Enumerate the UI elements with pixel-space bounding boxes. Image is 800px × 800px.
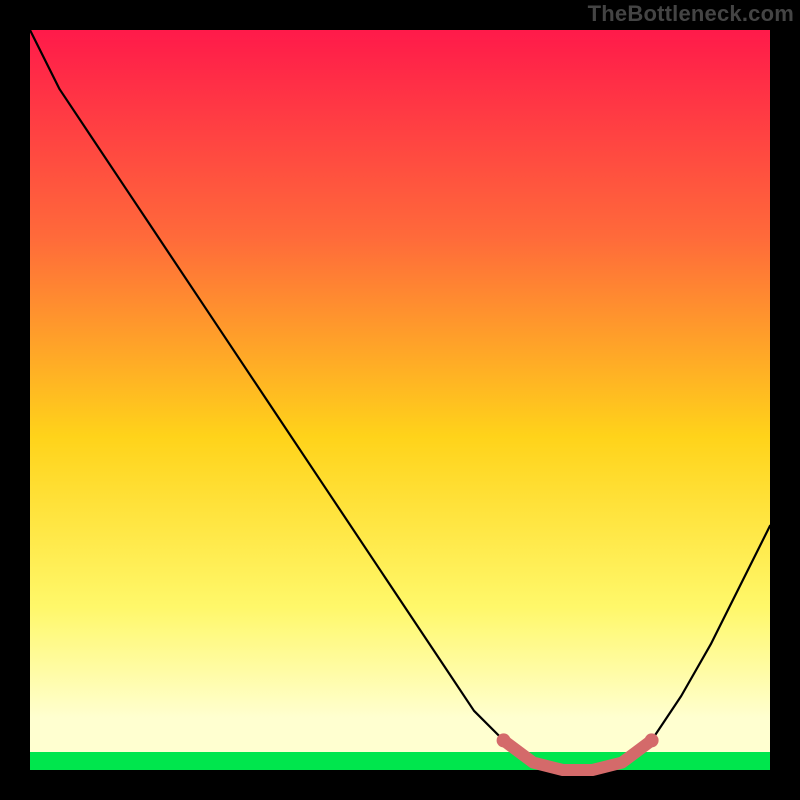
green-band bbox=[30, 752, 770, 770]
chart-container: { "watermark": "TheBottleneck.com", "col… bbox=[0, 0, 800, 800]
optimal-range-start-dot bbox=[497, 733, 511, 747]
optimal-range-end-dot bbox=[645, 733, 659, 747]
gradient-background bbox=[30, 30, 770, 770]
watermark-text: TheBottleneck.com bbox=[588, 1, 794, 27]
bottleneck-chart bbox=[0, 0, 800, 800]
plot-area bbox=[30, 30, 770, 770]
